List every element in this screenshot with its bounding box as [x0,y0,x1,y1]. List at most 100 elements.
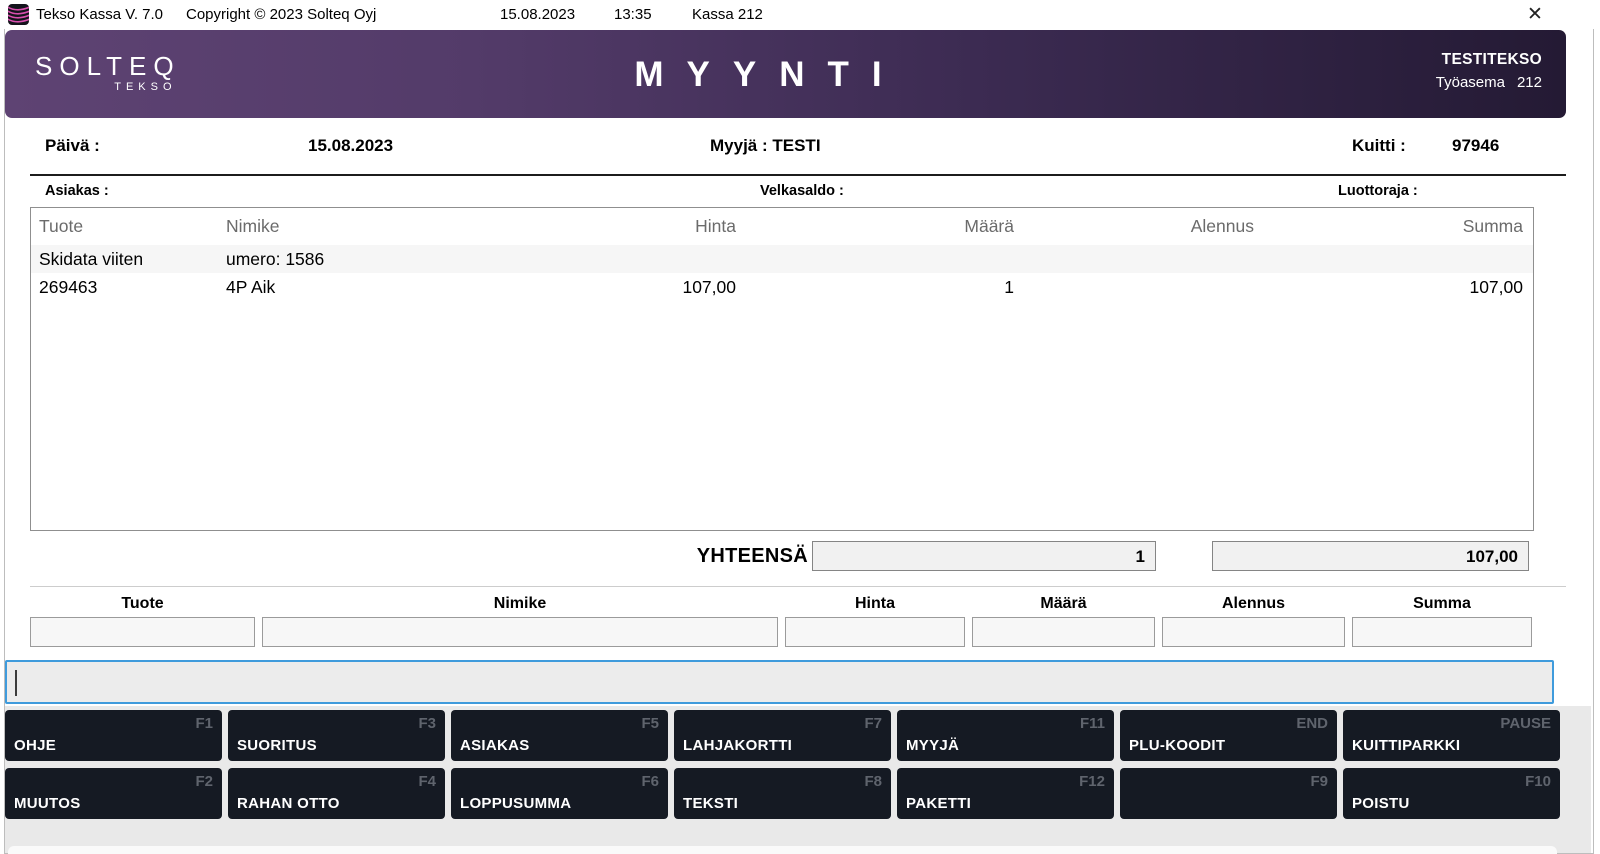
credit-limit-label: Luottoraja : [1338,183,1418,199]
workstation-info: Työasema 212 [1436,74,1542,91]
customer-label: Asiakas : [45,183,109,199]
hinta-input[interactable] [785,617,965,647]
button-label: RAHAN OTTO [237,795,340,812]
items-table: Tuote Nimike Hinta Määrä Alennus Summa S… [30,207,1534,531]
divider [30,174,1566,176]
button-label: POISTU [1352,795,1410,812]
empty-f9-button[interactable]: F9 [1120,768,1337,819]
button-label: KUITTIPARKKI [1352,737,1460,754]
entry-label-hinta: Hinta [785,595,965,613]
suoritus-button[interactable]: SUORITUS F3 [228,710,445,761]
cell-hinta: 107,00 [556,277,746,298]
cell-tuote: Skidata viiten [31,249,218,270]
close-icon[interactable]: ✕ [1518,2,1552,28]
poistu-button[interactable]: POISTU F10 [1343,768,1560,819]
button-key: F4 [418,773,436,790]
seller-value: TESTI [772,136,820,155]
table-row: 269463 4P Aik 107,00 1 107,00 [31,273,1533,301]
col-header-tuote: Tuote [31,216,218,237]
copyright-text: Copyright © 2023 Solteq Oyj [186,6,376,23]
table-row: Skidata viiten umero: 1586 [31,245,1533,273]
entry-label-summa: Summa [1352,595,1532,613]
tuote-input[interactable] [30,617,255,647]
text-cursor [15,670,17,696]
alennus-input[interactable] [1162,617,1345,647]
col-header-nimike: Nimike [218,216,556,237]
button-key: F11 [1080,715,1105,732]
entry-label-maara: Määrä [972,595,1155,613]
seller-info: Myyjä : TESTI [710,136,821,156]
loppusumma-button[interactable]: LOPPUSUMMA F6 [451,768,668,819]
teksti-button[interactable]: TEKSTI F8 [674,768,891,819]
plu-koodit-button[interactable]: PLU-KOODIT END [1120,710,1337,761]
cell-summa: 107,00 [1264,277,1533,298]
button-key: F5 [641,715,659,732]
rahan-otto-button[interactable]: RAHAN OTTO F4 [228,768,445,819]
receipt-label: Kuitti : [1352,136,1406,156]
divider [30,586,1566,587]
cell-nimike: 4P Aik [218,277,556,298]
paketti-button[interactable]: PAKETTI F12 [897,768,1114,819]
col-header-maara: Määrä [746,216,1024,237]
button-label: PLU-KOODIT [1129,737,1225,754]
col-header-alennus: Alennus [1024,216,1264,237]
date-value: 15.08.2023 [308,136,393,156]
nimike-input[interactable] [262,617,778,647]
button-key: F6 [641,773,659,790]
entry-label-nimike: Nimike [262,595,778,613]
cell-tuote: 269463 [31,277,218,298]
button-label: PAKETTI [906,795,971,812]
col-header-summa: Summa [1264,216,1533,237]
total-label: YHTEENSÄ [600,545,808,568]
button-key: F2 [195,773,213,790]
store-name: TESTITEKSO [1436,51,1542,69]
button-label: OHJE [14,737,56,754]
button-label: SUORITUS [237,737,317,754]
entry-label-tuote: Tuote [30,595,255,613]
titlebar-date: 15.08.2023 [500,6,575,23]
window-title: Tekso Kassa V. 7.0 [36,6,163,23]
total-sum-box: 107,00 [1212,541,1529,571]
button-key: F12 [1079,773,1105,790]
button-key: F8 [864,773,882,790]
muutos-button[interactable]: MUUTOS F2 [5,768,222,819]
button-key: F3 [418,715,436,732]
table-header-row: Tuote Nimike Hinta Määrä Alennus Summa [31,208,1533,245]
button-label: LAHJAKORTTI [683,737,792,754]
titlebar-time: 13:35 [614,6,652,23]
myyja-button[interactable]: MYYJÄ F11 [897,710,1114,761]
workstation-label: Työasema [1436,74,1505,91]
workstation-value: 212 [1517,74,1542,91]
titlebar-register: Kassa 212 [692,6,763,23]
cell-nimike: umero: 1586 [218,249,556,270]
button-key: END [1296,715,1328,732]
button-label: TEKSTI [683,795,738,812]
button-key: F7 [864,715,882,732]
receipt-number: 97946 [1452,136,1499,156]
debt-balance-label: Velkasaldo : [760,183,844,199]
entry-label-alennus: Alennus [1162,595,1345,613]
summa-input[interactable] [1352,617,1532,647]
seller-label: Myyjä : [710,136,768,155]
app-icon [8,4,29,25]
col-header-hinta: Hinta [556,216,746,237]
button-label: MUUTOS [14,795,81,812]
asiakas-button[interactable]: ASIAKAS F5 [451,710,668,761]
app-header: SOLTEQ TEKSO MYYNTI TESTITEKSO Työasema2… [5,30,1566,118]
button-key: PAUSE [1500,715,1551,732]
kuittiparkki-button[interactable]: KUITTIPARKKI PAUSE [1343,710,1560,761]
date-label: Päivä : [45,136,100,156]
button-key: F10 [1525,773,1551,790]
ohje-button[interactable]: OHJE F1 [5,710,222,761]
command-input[interactable] [5,660,1554,704]
cell-maara: 1 [746,277,1024,298]
maara-input[interactable] [972,617,1155,647]
button-key: F9 [1310,773,1328,790]
page-title: MYYNTI [0,55,1544,95]
total-quantity-box: 1 [812,541,1156,571]
button-label: MYYJÄ [906,737,959,754]
lahjakortti-button[interactable]: LAHJAKORTTI F7 [674,710,891,761]
store-info: TESTITEKSO Työasema 212 [1436,51,1542,91]
button-label: LOPPUSUMMA [460,795,571,812]
button-label: ASIAKAS [460,737,530,754]
